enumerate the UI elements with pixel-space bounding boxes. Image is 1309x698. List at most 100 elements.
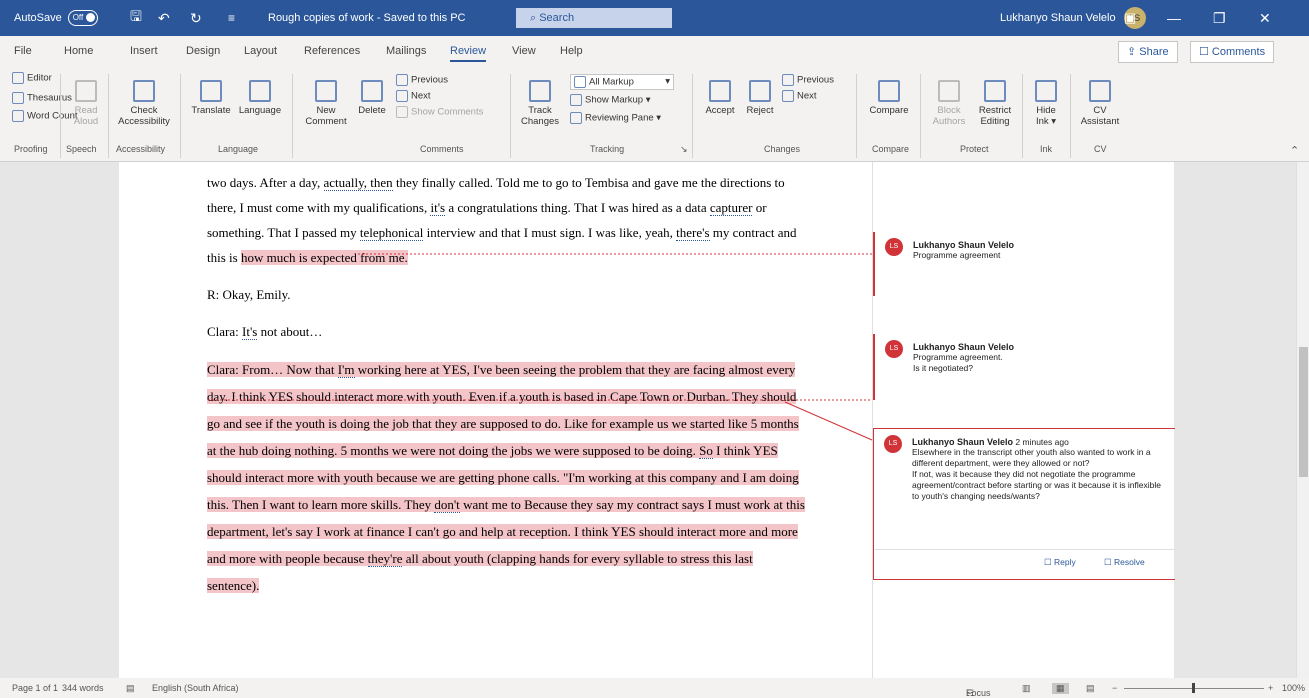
- group-ink: Ink: [1040, 144, 1053, 154]
- tab-view[interactable]: View: [512, 45, 536, 57]
- tracking-options-icon[interactable]: ↘: [680, 144, 688, 155]
- collapse-ribbon-icon[interactable]: ⌃: [1290, 144, 1299, 157]
- language-icon: [249, 80, 271, 102]
- tab-home[interactable]: Home: [64, 45, 93, 57]
- tab-mailings[interactable]: Mailings: [386, 45, 426, 57]
- zoom-level[interactable]: 100%: [1282, 683, 1305, 693]
- group-comments: Comments: [420, 144, 464, 154]
- tab-references[interactable]: References: [304, 45, 360, 57]
- thesaurus-button[interactable]: Thesaurus: [12, 92, 72, 104]
- previous-comment-button[interactable]: Previous: [396, 74, 448, 86]
- zoom-out-button[interactable]: −: [1112, 683, 1117, 693]
- read-aloud-button[interactable]: Read Aloud: [66, 80, 106, 127]
- read-aloud-icon: [75, 80, 97, 102]
- redo-icon[interactable]: ↻: [190, 0, 202, 36]
- restore-button[interactable]: ❐: [1213, 0, 1259, 36]
- document-title[interactable]: Rough copies of work - Saved to this PC: [268, 0, 465, 36]
- search-icon: ⌕: [530, 12, 540, 24]
- save-icon[interactable]: 🖫: [130, 0, 142, 36]
- next-change-button[interactable]: Next: [782, 90, 817, 102]
- thesaurus-icon: [12, 92, 24, 104]
- zoom-slider-thumb[interactable]: [1192, 683, 1195, 693]
- vertical-scrollbar[interactable]: [1296, 162, 1309, 678]
- reviewing-pane-icon: [570, 112, 582, 124]
- minimize-button[interactable]: —: [1167, 0, 1213, 36]
- divider: [180, 74, 181, 158]
- scrollbar-thumb[interactable]: [1299, 347, 1308, 477]
- show-comments-icon: [396, 106, 408, 118]
- divider: [920, 74, 921, 158]
- word-count-icon: [12, 110, 24, 122]
- undo-icon[interactable]: ↶: [158, 0, 170, 36]
- accept-button[interactable]: Accept: [700, 80, 740, 116]
- next-icon: [396, 90, 408, 102]
- page-count[interactable]: Page 1 of 1: [12, 683, 58, 693]
- group-tracking: Tracking: [590, 144, 625, 154]
- next-change-icon: [782, 90, 794, 102]
- translate-button[interactable]: Translate: [186, 80, 236, 116]
- new-comment-icon: [315, 80, 337, 102]
- block-authors-button[interactable]: Block Authors: [926, 80, 972, 127]
- divider: [1022, 74, 1023, 158]
- quick-access-menu-icon[interactable]: ≡: [228, 0, 235, 36]
- hide-ink-icon: [1035, 80, 1057, 102]
- tab-insert[interactable]: Insert: [130, 45, 158, 57]
- title-bar: AutoSave Off 🖫 ↶ ↻ ≡ Rough copies of wor…: [0, 0, 1309, 36]
- delete-comment-button[interactable]: Delete: [352, 80, 392, 116]
- tab-design[interactable]: Design: [186, 45, 220, 57]
- previous-change-button[interactable]: Previous: [782, 74, 834, 86]
- tab-file[interactable]: File: [14, 45, 32, 57]
- share-button[interactable]: ⇪ Share: [1118, 41, 1178, 63]
- close-button[interactable]: ✕: [1259, 0, 1305, 36]
- comments-button[interactable]: ☐ Comments: [1190, 41, 1275, 63]
- word-count[interactable]: 344 words: [62, 683, 104, 693]
- group-proofing: Proofing: [14, 144, 48, 154]
- previous-change-icon: [782, 74, 794, 86]
- group-compare: Compare: [872, 144, 910, 154]
- next-comment-button[interactable]: Next: [396, 90, 431, 102]
- show-comments-button[interactable]: Show Comments: [396, 106, 483, 118]
- zoom-in-button[interactable]: +: [1268, 683, 1273, 693]
- language-status[interactable]: English (South Africa): [152, 683, 239, 693]
- new-comment-button[interactable]: New Comment: [300, 80, 352, 127]
- hide-ink-button[interactable]: Hide Ink ▾: [1026, 80, 1066, 127]
- restrict-editing-icon: [984, 80, 1006, 102]
- read-mode-icon[interactable]: ▥: [1022, 683, 1031, 694]
- accessibility-icon: [133, 80, 155, 102]
- search-box[interactable]: ⌕ Search: [516, 8, 672, 28]
- cv-assistant-button[interactable]: CV Assistant: [1074, 80, 1126, 127]
- translate-icon: [200, 80, 222, 102]
- divider: [292, 74, 293, 158]
- check-accessibility-button[interactable]: Check Accessibility: [112, 80, 176, 127]
- divider: [60, 74, 61, 158]
- reject-button[interactable]: Reject: [740, 80, 780, 116]
- group-accessibility: Accessibility: [116, 144, 166, 154]
- comment-connector-lines: [208, 253, 873, 441]
- divider: [692, 74, 693, 158]
- group-speech: Speech: [66, 144, 97, 154]
- editor-button[interactable]: Editor: [12, 72, 52, 84]
- autosave[interactable]: AutoSave Off: [14, 0, 98, 36]
- web-layout-icon[interactable]: ▤: [1086, 683, 1095, 694]
- ribbon-display-icon[interactable]: ▣: [1124, 0, 1136, 36]
- proofing-icon[interactable]: ▤: [126, 683, 135, 694]
- tab-review[interactable]: Review: [450, 45, 487, 62]
- autosave-toggle[interactable]: Off: [67, 10, 98, 26]
- print-layout-icon[interactable]: ▦: [1052, 683, 1069, 694]
- show-markup-button[interactable]: Show Markup ▾: [570, 94, 651, 106]
- user-name: Lukhanyo Shaun Velelo: [1000, 12, 1116, 24]
- accept-icon: [709, 80, 731, 102]
- cv-assistant-icon: [1089, 80, 1111, 102]
- compare-button[interactable]: Compare: [864, 80, 914, 116]
- document-area: two days. After a day, actually, then th…: [0, 162, 1296, 678]
- group-protect: Protect: [960, 144, 989, 154]
- markup-select[interactable]: All Markup ▾: [570, 74, 674, 90]
- group-cv: CV: [1094, 144, 1107, 154]
- track-changes-button[interactable]: Track Changes: [516, 80, 564, 127]
- tab-help[interactable]: Help: [560, 45, 583, 57]
- restrict-editing-button[interactable]: Restrict Editing: [972, 80, 1018, 127]
- tab-layout[interactable]: Layout: [244, 45, 277, 57]
- track-changes-icon: [529, 80, 551, 102]
- reviewing-pane-button[interactable]: Reviewing Pane ▾: [570, 112, 661, 124]
- language-button[interactable]: Language: [234, 80, 286, 116]
